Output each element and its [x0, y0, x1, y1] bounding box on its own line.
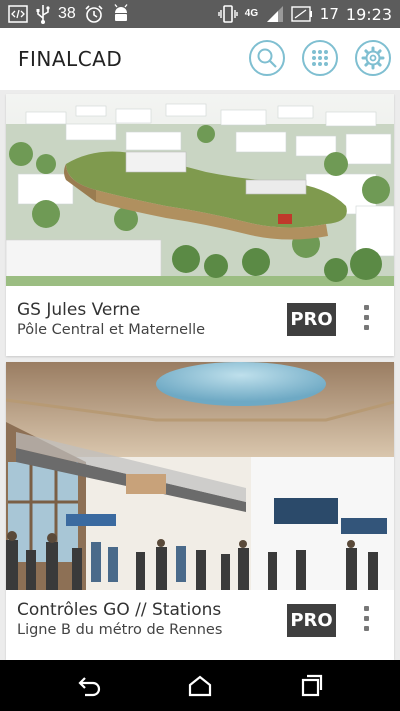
pro-badge: PRO	[287, 303, 336, 336]
more-vert-icon[interactable]	[358, 606, 374, 636]
more-vert-icon[interactable]	[358, 305, 374, 335]
project-list: GS Jules Verne Pôle Central et Maternell…	[0, 90, 400, 660]
clock: 19:23	[345, 4, 392, 24]
app-bar: FINALCAD	[0, 28, 400, 90]
apps-button[interactable]	[302, 40, 338, 76]
back-icon[interactable]	[77, 673, 103, 699]
home-icon[interactable]	[187, 673, 213, 699]
project-title: Contrôles GO // Stations	[17, 600, 222, 620]
pro-badge: PRO	[287, 604, 336, 637]
usb-icon	[36, 5, 50, 24]
settings-gear-icon	[361, 46, 385, 70]
project-card-controles-go-stations[interactable]: Contrôles GO // Stations Ligne B du métr…	[6, 362, 394, 660]
project-info[interactable]: GS Jules Verne Pôle Central et Maternell…	[6, 286, 394, 356]
settings-button[interactable]	[355, 40, 391, 76]
search-button[interactable]	[249, 40, 285, 76]
project-subtitle: Pôle Central et Maternelle	[17, 322, 206, 338]
project-subtitle: Ligne B du métro de Rennes	[17, 622, 223, 638]
battery-icon	[291, 6, 312, 22]
project-title: GS Jules Verne	[17, 300, 141, 320]
recents-icon[interactable]	[297, 673, 323, 699]
status-bar: 38 4G 17 19:23	[0, 0, 400, 28]
code-icon	[8, 5, 28, 23]
notification-count: 38	[58, 5, 76, 22]
battery-level: 17	[319, 5, 339, 23]
alarm-icon	[85, 5, 103, 23]
project-card-gs-jules-verne[interactable]: GS Jules Verne Pôle Central et Maternell…	[6, 94, 394, 356]
vibrate-icon	[218, 5, 238, 23]
app-title: FINALCAD	[18, 47, 123, 71]
network-type: 4G	[244, 8, 259, 19]
project-image	[6, 362, 394, 590]
signal-icon	[266, 6, 283, 22]
project-image	[6, 94, 394, 286]
android-icon	[114, 4, 128, 21]
system-nav-bar	[0, 660, 400, 711]
project-info[interactable]: Contrôles GO // Stations Ligne B du métr…	[6, 590, 394, 660]
search-icon	[257, 48, 277, 68]
apps-grid-icon	[312, 50, 328, 66]
